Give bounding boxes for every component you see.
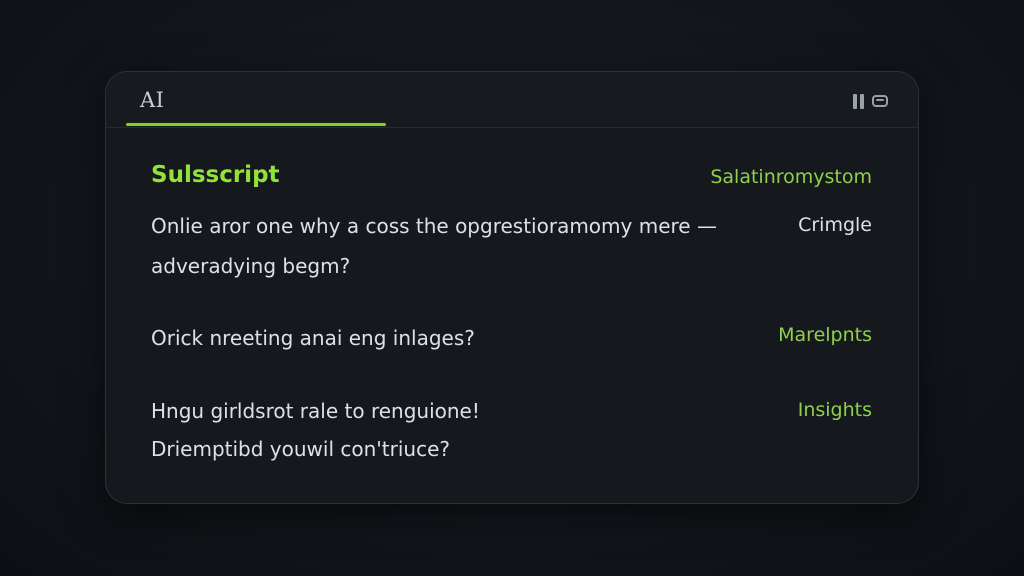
section-title-side-label[interactable]: Salatinromystom [710,166,872,188]
window-icon[interactable] [872,95,888,107]
ai-panel: AI Sulsscript Salatinromystom Onlie aror… [105,71,919,504]
section-title: Sulsscript [151,162,280,188]
active-tab-indicator [126,123,386,126]
row-3-line-1: Hngu girldsrot rale to renguione! [151,399,480,423]
row-2-line-1: Orick nreeting anai eng inlages? [151,326,475,350]
row-3-line-2: Driemptibd youwil con'triuce? [151,437,451,461]
tab-ai[interactable]: AI [126,72,386,128]
tab-ai-label: AI [140,88,165,112]
row-1-line-1: Onlie aror one why a coss the opgrestior… [151,214,717,238]
row-1-side-link[interactable]: Crimgle [798,214,872,236]
row-2-side-link[interactable]: Marelpnts [778,324,872,346]
pause-icon[interactable] [853,93,864,109]
header-controls [853,92,888,110]
panel-header: AI [106,72,918,128]
row-1-line-2: adveradying begm? [151,254,351,278]
row-3-side-link[interactable]: Insights [798,399,872,421]
